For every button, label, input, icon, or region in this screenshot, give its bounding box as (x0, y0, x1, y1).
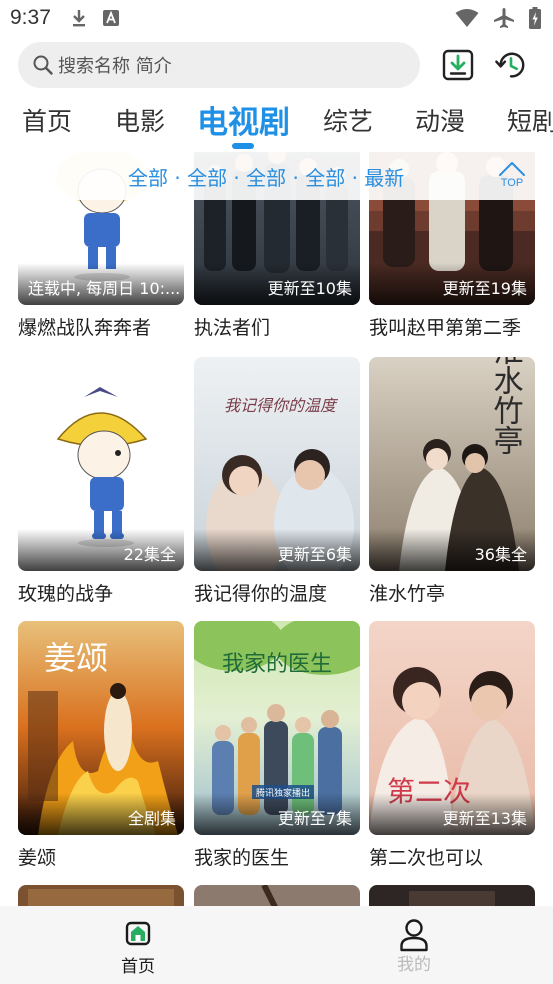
search-input[interactable]: 搜索名称 简介 (58, 52, 172, 78)
poster-image: 姜颂 全剧集 (18, 621, 184, 835)
poster-image: 我记得你的温度 更新至6集 (194, 357, 360, 571)
video-grid: 连载中, 每周日 10:... 爆燃战队奔奔者 更新至10集 执法者们 更新至1… (0, 152, 553, 907)
poster-image (18, 885, 184, 907)
nav-label-home: 首页 (121, 957, 155, 977)
poster-title-art: 我记得你的温度 (224, 396, 339, 415)
home-icon (125, 921, 151, 946)
video-title: 我家的医生 (194, 847, 290, 869)
airplane-icon (494, 8, 514, 28)
status-time: 9:37 (10, 6, 51, 29)
episode-badge: 更新至10集 (267, 279, 352, 298)
video-title: 我记得你的温度 (194, 583, 328, 605)
tab-variety[interactable]: 综艺 (323, 102, 373, 138)
video-title: 姜颂 (18, 847, 57, 869)
poster-image (369, 885, 535, 907)
video-title: 玫瑰的战争 (18, 583, 114, 605)
poster-image: 淮水竹亭 36集全 (369, 357, 535, 571)
scroll-top-label: TOP (500, 177, 524, 189)
tab-movies[interactable]: 电影 (115, 102, 165, 138)
episode-badge: 更新至7集 (277, 809, 352, 828)
download-notification-icon (73, 10, 85, 27)
episode-badge: 36集全 (474, 545, 527, 564)
episode-badge: 更新至19集 (442, 279, 527, 298)
video-title: 执法者们 (194, 317, 271, 339)
history-icon[interactable] (495, 48, 527, 82)
episode-badge: 22集全 (123, 545, 176, 564)
poster-title-art: 我家的医生 (222, 652, 332, 677)
battery-charging-icon (529, 7, 541, 29)
filter-selector[interactable]: 全部 · 全部 · 全部 · 全部 · 最新 (128, 162, 404, 191)
episode-badge: 更新至13集 (442, 809, 527, 828)
status-bar: 9:37 (0, 0, 553, 36)
scroll-top-button[interactable]: TOP (496, 159, 528, 195)
video-title: 第二次也可以 (369, 847, 484, 869)
download-manager-icon[interactable] (442, 48, 474, 82)
search-icon (33, 55, 53, 75)
nav-item-home[interactable]: 首页 (108, 918, 168, 977)
poster-title-art: 姜颂 (44, 639, 108, 677)
wifi-icon (455, 9, 479, 27)
poster-image: 第二次 更新至13集 (369, 621, 535, 835)
poster-image: 22集全 (18, 357, 184, 571)
nav-label-profile: 我的 (397, 955, 431, 975)
filter-bar: 全部 · 全部 · 全部 · 全部 · 最新 TOP (0, 152, 553, 200)
video-title: 我叫赵甲第第二季 (369, 317, 522, 339)
poster-title-art: 淮水竹亭 (488, 357, 524, 455)
episode-badge: 更新至6集 (277, 545, 352, 564)
active-tab-indicator (232, 143, 254, 149)
tab-tv-series[interactable]: 电视剧 (197, 97, 290, 142)
category-tabs: 首页 电影 电视剧 综艺 动漫 短剧 (0, 96, 553, 148)
poster-image (194, 885, 360, 907)
person-icon (400, 919, 428, 952)
poster-image: 我家的医生 腾讯独家播出 更新至7集 (194, 621, 360, 835)
search-bar[interactable]: 搜索名称 简介 (18, 42, 420, 88)
video-title: 爆燃战队奔奔者 (18, 317, 152, 339)
font-notification-icon (103, 10, 119, 26)
episode-badge: 全剧集 (127, 809, 176, 828)
tab-home[interactable]: 首页 (22, 102, 72, 138)
episode-badge: 连载中, 每周日 10:... (28, 279, 181, 298)
video-title: 淮水竹亭 (369, 583, 446, 605)
tab-anime[interactable]: 动漫 (415, 102, 465, 138)
tab-short-drama[interactable]: 短剧 (507, 102, 553, 138)
bottom-navigation: 首页 我的 (0, 906, 553, 984)
nav-item-profile[interactable]: 我的 (384, 918, 444, 975)
chevron-up-icon (499, 162, 525, 176)
